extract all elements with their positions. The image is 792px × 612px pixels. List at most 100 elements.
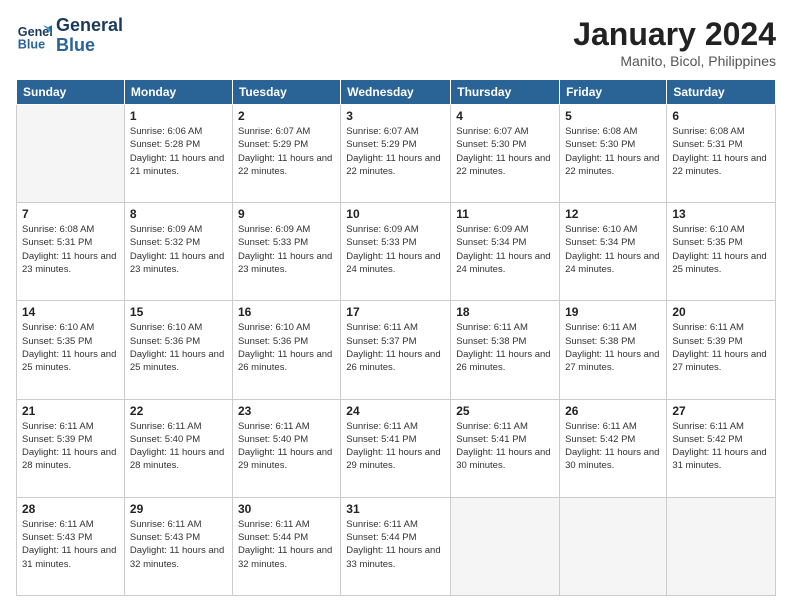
- day-detail: Sunrise: 6:10 AMSunset: 5:35 PMDaylight:…: [22, 322, 116, 373]
- day-detail: Sunrise: 6:11 AMSunset: 5:40 PMDaylight:…: [238, 421, 332, 472]
- calendar-week-row: 1 Sunrise: 6:06 AMSunset: 5:28 PMDayligh…: [17, 105, 776, 203]
- day-number: 25: [456, 404, 554, 418]
- day-detail: Sunrise: 6:08 AMSunset: 5:31 PMDaylight:…: [672, 126, 766, 177]
- day-detail: Sunrise: 6:11 AMSunset: 5:38 PMDaylight:…: [456, 322, 550, 373]
- day-detail: Sunrise: 6:07 AMSunset: 5:29 PMDaylight:…: [346, 126, 440, 177]
- day-number: 7: [22, 207, 119, 221]
- table-row: [667, 497, 776, 595]
- day-detail: Sunrise: 6:10 AMSunset: 5:36 PMDaylight:…: [238, 322, 332, 373]
- table-row: 15 Sunrise: 6:10 AMSunset: 5:36 PMDaylig…: [124, 301, 232, 399]
- day-number: 28: [22, 502, 119, 516]
- col-friday: Friday: [560, 80, 667, 105]
- day-number: 1: [130, 109, 227, 123]
- table-row: 26 Sunrise: 6:11 AMSunset: 5:42 PMDaylig…: [560, 399, 667, 497]
- table-row: 17 Sunrise: 6:11 AMSunset: 5:37 PMDaylig…: [341, 301, 451, 399]
- table-row: 2 Sunrise: 6:07 AMSunset: 5:29 PMDayligh…: [232, 105, 340, 203]
- table-row: 11 Sunrise: 6:09 AMSunset: 5:34 PMDaylig…: [451, 203, 560, 301]
- logo: General Blue General Blue: [16, 16, 123, 56]
- day-detail: Sunrise: 6:11 AMSunset: 5:39 PMDaylight:…: [22, 421, 116, 472]
- day-number: 27: [672, 404, 770, 418]
- table-row: 7 Sunrise: 6:08 AMSunset: 5:31 PMDayligh…: [17, 203, 125, 301]
- day-number: 11: [456, 207, 554, 221]
- day-detail: Sunrise: 6:07 AMSunset: 5:29 PMDaylight:…: [238, 126, 332, 177]
- day-number: 20: [672, 305, 770, 319]
- col-monday: Monday: [124, 80, 232, 105]
- table-row: 28 Sunrise: 6:11 AMSunset: 5:43 PMDaylig…: [17, 497, 125, 595]
- table-row: 24 Sunrise: 6:11 AMSunset: 5:41 PMDaylig…: [341, 399, 451, 497]
- calendar-header-row: Sunday Monday Tuesday Wednesday Thursday…: [17, 80, 776, 105]
- table-row: 10 Sunrise: 6:09 AMSunset: 5:33 PMDaylig…: [341, 203, 451, 301]
- logo-icon: General Blue: [16, 18, 52, 54]
- table-row: 1 Sunrise: 6:06 AMSunset: 5:28 PMDayligh…: [124, 105, 232, 203]
- table-row: 23 Sunrise: 6:11 AMSunset: 5:40 PMDaylig…: [232, 399, 340, 497]
- table-row: 18 Sunrise: 6:11 AMSunset: 5:38 PMDaylig…: [451, 301, 560, 399]
- col-saturday: Saturday: [667, 80, 776, 105]
- day-detail: Sunrise: 6:08 AMSunset: 5:30 PMDaylight:…: [565, 126, 659, 177]
- table-row: 30 Sunrise: 6:11 AMSunset: 5:44 PMDaylig…: [232, 497, 340, 595]
- day-number: 6: [672, 109, 770, 123]
- table-row: 25 Sunrise: 6:11 AMSunset: 5:41 PMDaylig…: [451, 399, 560, 497]
- location: Manito, Bicol, Philippines: [573, 53, 776, 69]
- page: General Blue General Blue January 2024 M…: [0, 0, 792, 612]
- table-row: 4 Sunrise: 6:07 AMSunset: 5:30 PMDayligh…: [451, 105, 560, 203]
- month-title: January 2024: [573, 16, 776, 53]
- day-detail: Sunrise: 6:09 AMSunset: 5:32 PMDaylight:…: [130, 224, 224, 275]
- title-block: January 2024 Manito, Bicol, Philippines: [573, 16, 776, 69]
- day-number: 29: [130, 502, 227, 516]
- table-row: 13 Sunrise: 6:10 AMSunset: 5:35 PMDaylig…: [667, 203, 776, 301]
- day-detail: Sunrise: 6:10 AMSunset: 5:35 PMDaylight:…: [672, 224, 766, 275]
- svg-text:Blue: Blue: [18, 37, 45, 51]
- day-detail: Sunrise: 6:10 AMSunset: 5:36 PMDaylight:…: [130, 322, 224, 373]
- table-row: 16 Sunrise: 6:10 AMSunset: 5:36 PMDaylig…: [232, 301, 340, 399]
- day-detail: Sunrise: 6:11 AMSunset: 5:37 PMDaylight:…: [346, 322, 440, 373]
- day-detail: Sunrise: 6:11 AMSunset: 5:44 PMDaylight:…: [346, 519, 440, 570]
- day-detail: Sunrise: 6:11 AMSunset: 5:42 PMDaylight:…: [565, 421, 659, 472]
- day-detail: Sunrise: 6:10 AMSunset: 5:34 PMDaylight:…: [565, 224, 659, 275]
- table-row: 5 Sunrise: 6:08 AMSunset: 5:30 PMDayligh…: [560, 105, 667, 203]
- day-detail: Sunrise: 6:11 AMSunset: 5:42 PMDaylight:…: [672, 421, 766, 472]
- day-number: 18: [456, 305, 554, 319]
- day-number: 23: [238, 404, 335, 418]
- calendar-week-row: 7 Sunrise: 6:08 AMSunset: 5:31 PMDayligh…: [17, 203, 776, 301]
- day-detail: Sunrise: 6:11 AMSunset: 5:40 PMDaylight:…: [130, 421, 224, 472]
- logo-line2: Blue: [56, 36, 123, 56]
- table-row: 27 Sunrise: 6:11 AMSunset: 5:42 PMDaylig…: [667, 399, 776, 497]
- table-row: 8 Sunrise: 6:09 AMSunset: 5:32 PMDayligh…: [124, 203, 232, 301]
- day-detail: Sunrise: 6:08 AMSunset: 5:31 PMDaylight:…: [22, 224, 116, 275]
- col-wednesday: Wednesday: [341, 80, 451, 105]
- day-number: 2: [238, 109, 335, 123]
- day-number: 16: [238, 305, 335, 319]
- table-row: 20 Sunrise: 6:11 AMSunset: 5:39 PMDaylig…: [667, 301, 776, 399]
- table-row: 22 Sunrise: 6:11 AMSunset: 5:40 PMDaylig…: [124, 399, 232, 497]
- day-number: 9: [238, 207, 335, 221]
- day-detail: Sunrise: 6:07 AMSunset: 5:30 PMDaylight:…: [456, 126, 550, 177]
- day-number: 8: [130, 207, 227, 221]
- day-number: 10: [346, 207, 445, 221]
- calendar-week-row: 14 Sunrise: 6:10 AMSunset: 5:35 PMDaylig…: [17, 301, 776, 399]
- day-detail: Sunrise: 6:09 AMSunset: 5:33 PMDaylight:…: [238, 224, 332, 275]
- day-number: 3: [346, 109, 445, 123]
- day-detail: Sunrise: 6:11 AMSunset: 5:39 PMDaylight:…: [672, 322, 766, 373]
- day-detail: Sunrise: 6:11 AMSunset: 5:41 PMDaylight:…: [346, 421, 440, 472]
- day-detail: Sunrise: 6:11 AMSunset: 5:43 PMDaylight:…: [22, 519, 116, 570]
- day-number: 14: [22, 305, 119, 319]
- day-number: 31: [346, 502, 445, 516]
- calendar-week-row: 21 Sunrise: 6:11 AMSunset: 5:39 PMDaylig…: [17, 399, 776, 497]
- day-number: 30: [238, 502, 335, 516]
- day-number: 12: [565, 207, 661, 221]
- table-row: 31 Sunrise: 6:11 AMSunset: 5:44 PMDaylig…: [341, 497, 451, 595]
- day-detail: Sunrise: 6:09 AMSunset: 5:34 PMDaylight:…: [456, 224, 550, 275]
- col-thursday: Thursday: [451, 80, 560, 105]
- day-detail: Sunrise: 6:09 AMSunset: 5:33 PMDaylight:…: [346, 224, 440, 275]
- day-number: 22: [130, 404, 227, 418]
- table-row: [560, 497, 667, 595]
- calendar-table: Sunday Monday Tuesday Wednesday Thursday…: [16, 79, 776, 596]
- table-row: 21 Sunrise: 6:11 AMSunset: 5:39 PMDaylig…: [17, 399, 125, 497]
- table-row: 12 Sunrise: 6:10 AMSunset: 5:34 PMDaylig…: [560, 203, 667, 301]
- table-row: 19 Sunrise: 6:11 AMSunset: 5:38 PMDaylig…: [560, 301, 667, 399]
- col-tuesday: Tuesday: [232, 80, 340, 105]
- table-row: [17, 105, 125, 203]
- day-number: 5: [565, 109, 661, 123]
- table-row: 29 Sunrise: 6:11 AMSunset: 5:43 PMDaylig…: [124, 497, 232, 595]
- table-row: 6 Sunrise: 6:08 AMSunset: 5:31 PMDayligh…: [667, 105, 776, 203]
